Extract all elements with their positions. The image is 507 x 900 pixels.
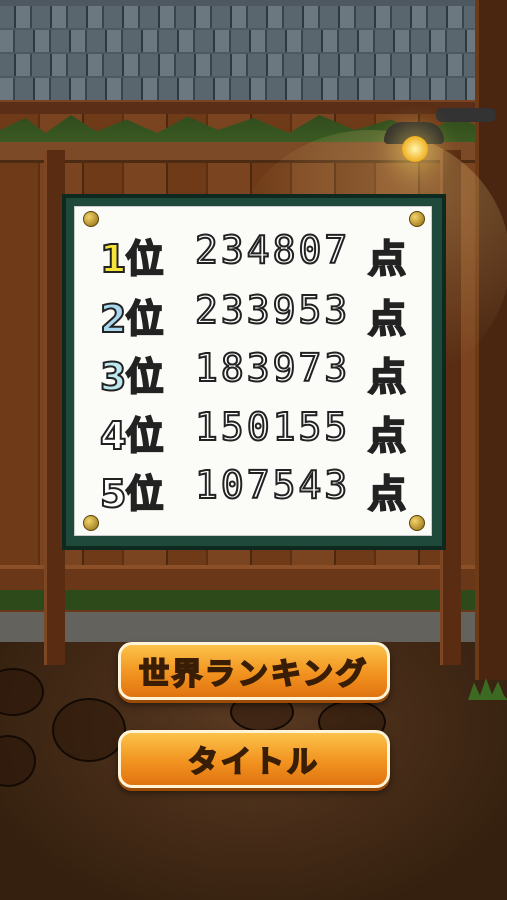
- score-unit: 点: [367, 296, 407, 342]
- lamp-arm: [436, 108, 496, 122]
- pin-icon: [409, 211, 425, 227]
- score-value: 233953: [194, 287, 351, 333]
- roof-beam: [0, 100, 507, 114]
- ranking-row-1: 1位 234807 点: [99, 227, 420, 282]
- world-ranking-button[interactable]: 世界ランキング: [118, 642, 390, 700]
- rank-label: 3位: [99, 354, 164, 400]
- mole-hole: [52, 698, 126, 762]
- tiled-roof: [0, 0, 507, 110]
- rank-label: 1位: [99, 236, 164, 282]
- ranking-row-4: 4位 150155 点: [99, 404, 420, 459]
- title-button[interactable]: タイトル: [118, 730, 390, 788]
- score-unit: 点: [367, 236, 407, 282]
- world-ranking-label: 世界ランキング: [138, 656, 370, 693]
- rank-label: 2位: [99, 296, 164, 342]
- score-value: 183973: [194, 345, 351, 391]
- ranking-row-5: 5位 107543 点: [99, 462, 420, 517]
- ranking-row-3: 3位 183973 点: [99, 345, 420, 400]
- score-value: 150155: [194, 404, 351, 450]
- score-unit: 点: [367, 413, 407, 459]
- pin-icon: [83, 211, 99, 227]
- score-value: 234807: [194, 227, 351, 273]
- score-value: 107543: [194, 462, 351, 508]
- pin-icon: [409, 515, 425, 531]
- pin-icon: [83, 515, 99, 531]
- score-unit: 点: [367, 354, 407, 400]
- stone-path: [0, 612, 507, 642]
- score-unit: 点: [367, 471, 407, 517]
- grass-strip: [0, 590, 507, 610]
- lamp-icon: [384, 122, 444, 162]
- rank-label: 5位: [99, 471, 164, 517]
- ranking-row-2: 2位 233953 点: [99, 287, 420, 342]
- title-button-label: タイトル: [187, 744, 320, 781]
- rank-label: 4位: [99, 413, 164, 459]
